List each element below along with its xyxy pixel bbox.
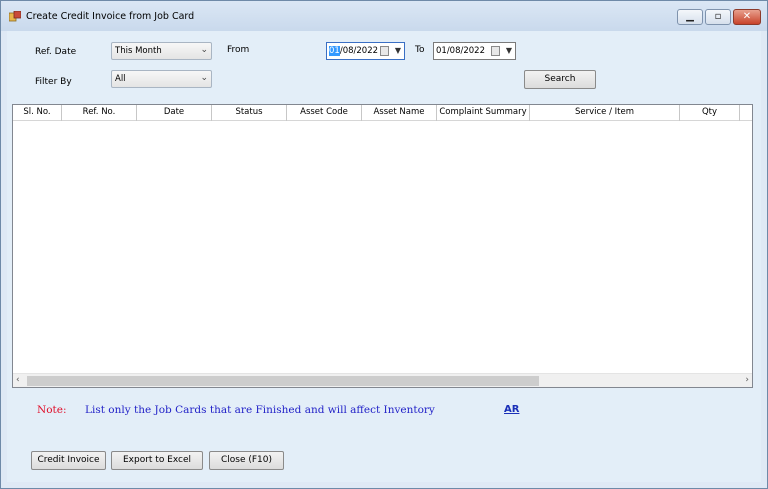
ref-date-label: Ref. Date — [35, 47, 77, 57]
chevron-down-icon: ⌄ — [200, 73, 208, 83]
from-date-rest: /08/2022 — [339, 46, 379, 56]
column-header[interactable]: Asset Code — [287, 105, 362, 121]
search-button[interactable]: Search — [524, 70, 596, 89]
to-date-picker[interactable]: 01/08/2022 ▼ — [433, 42, 516, 60]
chevron-down-icon[interactable]: ▼ — [395, 46, 401, 55]
column-header[interactable]: Date — [137, 105, 212, 121]
job-card-grid[interactable]: Sl. No. Ref. No. Date Status Asset Code … — [12, 104, 753, 388]
window-title: Create Credit Invoice from Job Card — [26, 11, 195, 22]
calendar-icon[interactable] — [380, 46, 389, 56]
maximize-button[interactable]: ▫ — [705, 9, 731, 25]
column-header[interactable]: Complaint Summary — [437, 105, 530, 121]
from-label: From — [227, 45, 250, 55]
to-label: To — [415, 45, 425, 55]
close-window-button[interactable]: ✕ — [733, 9, 761, 25]
close-button[interactable]: Close (F10) — [209, 451, 284, 470]
close-icon: ✕ — [742, 11, 752, 22]
to-date-value: 01/08/2022 — [436, 46, 485, 56]
minimize-icon: ▁ — [686, 11, 694, 22]
calendar-icon[interactable] — [491, 46, 500, 56]
column-header[interactable]: Ref. No. — [62, 105, 137, 121]
title-bar[interactable]: Create Credit Invoice from Job Card ▁ ▫ … — [1, 1, 767, 31]
note-label: Note: — [37, 404, 67, 416]
filter-by-label: Filter By — [35, 77, 72, 87]
chevron-down-icon[interactable]: ▼ — [506, 46, 512, 55]
ref-date-value: This Month — [115, 46, 162, 56]
scroll-left-icon[interactable]: ‹ — [16, 375, 20, 385]
client-area: Ref. Date This Month ⌄ From 01/08/2022 ▼… — [7, 31, 761, 482]
note-text: List only the Job Cards that are Finishe… — [85, 404, 435, 416]
dialog-window: Create Credit Invoice from Job Card ▁ ▫ … — [0, 0, 768, 489]
credit-invoice-button[interactable]: Credit Invoice — [31, 451, 106, 470]
ref-date-select[interactable]: This Month ⌄ — [111, 42, 212, 60]
minimize-button[interactable]: ▁ — [677, 9, 703, 25]
grid-header: Sl. No. Ref. No. Date Status Asset Code … — [13, 105, 752, 121]
from-date-picker[interactable]: 01/08/2022 ▼ — [326, 42, 405, 60]
chevron-down-icon: ⌄ — [200, 45, 208, 55]
horizontal-scrollbar[interactable]: ‹ › — [13, 373, 752, 387]
filter-by-value: All — [115, 74, 126, 84]
column-header[interactable]: Qty — [680, 105, 740, 121]
ar-link[interactable]: AR — [504, 404, 519, 415]
scroll-right-icon[interactable]: › — [745, 375, 749, 385]
scroll-thumb[interactable] — [27, 376, 539, 386]
from-date-selected-part: 01 — [329, 46, 340, 56]
column-header[interactable]: Service / Item — [530, 105, 680, 121]
maximize-icon: ▫ — [714, 11, 722, 22]
column-header[interactable]: Status — [212, 105, 287, 121]
column-header[interactable]: Asset Name — [362, 105, 437, 121]
export-to-excel-button[interactable]: Export to Excel — [111, 451, 203, 470]
app-icon — [9, 11, 21, 22]
column-header[interactable]: Sl. No. — [13, 105, 62, 121]
filter-by-select[interactable]: All ⌄ — [111, 70, 212, 88]
